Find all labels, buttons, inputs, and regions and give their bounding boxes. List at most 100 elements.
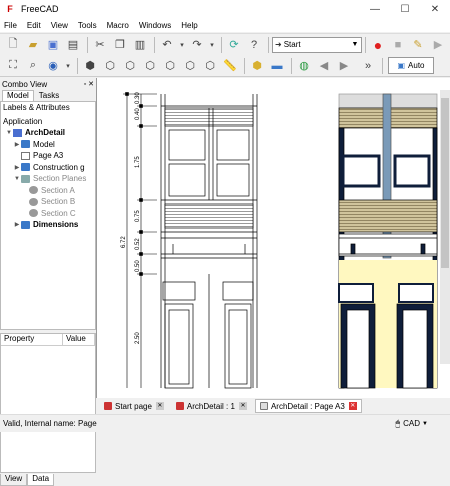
value-column-header[interactable]: Value — [63, 334, 95, 345]
tab-data[interactable]: Data — [27, 474, 55, 486]
save-icon[interactable]: ▣ — [44, 36, 62, 54]
menu-help[interactable]: Help — [181, 21, 197, 30]
cut-icon[interactable]: ✂ — [91, 36, 109, 54]
redo-dropdown-icon[interactable]: ▾ — [208, 36, 216, 54]
forward-arrow-icon[interactable]: ▶ — [335, 57, 353, 75]
tab-archdetail-3d[interactable]: ArchDetail : 1 ✕ — [172, 399, 251, 413]
close-tab-icon[interactable]: ✕ — [348, 402, 357, 410]
view-toolbar: ⛶ ⌕ ◉ ▾ ⬢ ⬡ ⬡ ⬡ ⬡ ⬡ ⬡ 📏 ⬢ ▬ ◍ ◀ ▶ » ▣ Au… — [0, 55, 450, 77]
tree-item-section-b[interactable]: Section B — [1, 196, 95, 208]
mouse-icon: 🖱 — [395, 418, 401, 428]
maximize-button[interactable]: ☐ — [390, 4, 420, 15]
right-view-icon[interactable]: ⬡ — [141, 57, 159, 75]
tree-item-construction[interactable]: ▶ Construction g — [1, 162, 95, 174]
freecad-logo-icon: F — [7, 4, 13, 14]
whats-this-icon[interactable]: ? — [245, 36, 263, 54]
tree-item-page-a3[interactable]: Page A3 — [1, 150, 95, 162]
tree-item-archdetail[interactable]: ▼ ArchDetail — [1, 127, 95, 139]
document-icon — [13, 128, 22, 137]
record-macro-icon[interactable]: ● — [369, 36, 387, 54]
chevron-down-icon[interactable]: ▼ — [5, 130, 13, 136]
folder-icon — [21, 163, 30, 172]
chevron-right-icon[interactable]: ▶ — [13, 221, 21, 228]
menu-view[interactable]: View — [51, 21, 68, 30]
dim-0-40-label: 0.40 — [135, 108, 141, 120]
rear-view-icon[interactable]: ⬡ — [161, 57, 179, 75]
dim-total-label: 6.72 — [121, 236, 127, 248]
workbench-selector[interactable]: ➜ Start ▼ — [272, 36, 362, 53]
chevron-right-icon[interactable]: ▶ — [13, 164, 21, 171]
tab-view[interactable]: View — [0, 474, 28, 486]
redo-icon[interactable]: ↷ — [188, 36, 206, 54]
stop-macro-icon[interactable]: ■ — [389, 36, 407, 54]
chevron-down-icon[interactable]: ▼ — [13, 176, 21, 182]
chevron-right-icon[interactable]: ▶ — [13, 141, 21, 148]
tab-tasks[interactable]: Tasks — [34, 90, 64, 101]
menu-edit[interactable]: Edit — [27, 21, 41, 30]
undo-icon[interactable]: ↶ — [158, 36, 176, 54]
toolbar-overflow-icon[interactable]: » — [359, 57, 377, 75]
bottom-view-icon[interactable]: ⬡ — [181, 57, 199, 75]
view-mode-button[interactable]: ▣ Auto — [388, 57, 434, 74]
tab-start-page[interactable]: Start page ✕ — [100, 399, 168, 413]
freecad-icon — [104, 402, 112, 410]
undo-dropdown-icon[interactable]: ▾ — [178, 36, 186, 54]
new-document-icon[interactable]: 🗋 — [4, 36, 22, 54]
tab-archdetail-page[interactable]: ArchDetail : Page A3 ✕ — [254, 399, 362, 413]
part-icon[interactable]: ⬢ — [248, 57, 266, 75]
close-tab-icon[interactable]: ✕ — [238, 402, 247, 410]
dim-2-50-label: 2.50 — [135, 332, 141, 344]
edit-macro-icon[interactable]: ✎ — [409, 36, 427, 54]
navigation-style-selector[interactable]: 🖱 CAD ▼ — [395, 419, 428, 429]
isometric-view-icon[interactable]: ⬢ — [81, 57, 99, 75]
front-view-icon[interactable]: ⬡ — [101, 57, 119, 75]
fit-all-icon[interactable]: ⛶ — [4, 57, 22, 75]
menu-windows[interactable]: Windows — [139, 21, 171, 30]
window-title: FreeCAD — [21, 4, 59, 14]
tree-item-section-a[interactable]: Section A — [1, 185, 95, 197]
section-plane-icon — [29, 186, 38, 195]
status-bar: Valid, Internal name: Page 🖱 CAD ▼ — [0, 414, 450, 432]
open-folder-icon[interactable]: ▰ — [24, 36, 42, 54]
menu-file[interactable]: File — [4, 21, 17, 30]
save-as-icon[interactable]: ▤ — [64, 36, 82, 54]
menu-tools[interactable]: Tools — [78, 21, 97, 30]
menu-macro[interactable]: Macro — [107, 21, 129, 30]
elevation-drawing — [160, 94, 258, 389]
section-drawing — [338, 93, 438, 389]
title-bar: F FreeCAD — ☐ ✕ — [0, 0, 450, 18]
dim-0-30-label: 0.30 — [135, 92, 141, 104]
close-tab-icon[interactable]: ✕ — [155, 402, 164, 410]
scrollbar-thumb[interactable] — [441, 98, 449, 268]
float-close-icon[interactable]: ▫ ✕ — [84, 80, 94, 88]
tree-item-section-c[interactable]: Section C — [1, 208, 95, 220]
close-button[interactable]: ✕ — [420, 4, 450, 15]
back-arrow-icon[interactable]: ◀ — [315, 57, 333, 75]
tree-item-section-planes[interactable]: ▼ Section Planes — [1, 173, 95, 185]
top-view-icon[interactable]: ⬡ — [121, 57, 139, 75]
dim-0-50-label: 0.50 — [135, 260, 141, 272]
property-column-header[interactable]: Property — [1, 334, 63, 345]
drawing-page-view[interactable]: 6.72 0.40 0.30 1.75 0.75 0.52 0.50 2.50 — [96, 78, 450, 398]
vertical-scrollbar[interactable] — [440, 90, 450, 364]
refresh-icon[interactable]: ⟳ — [225, 36, 243, 54]
draw-style-dropdown-icon[interactable]: ▾ — [64, 57, 72, 75]
chevron-down-icon: ▼ — [351, 41, 359, 48]
group-folder-icon[interactable]: ▬ — [268, 57, 286, 75]
architectural-drawing: 6.72 0.40 0.30 1.75 0.75 0.52 0.50 2.50 — [121, 92, 438, 389]
tree-item-model[interactable]: ▶ Model — [1, 139, 95, 151]
run-macro-icon[interactable]: ▶ — [429, 36, 447, 54]
minimize-button[interactable]: — — [360, 4, 390, 15]
copy-icon[interactable]: ❐ — [111, 36, 129, 54]
measure-icon[interactable]: 📏 — [221, 57, 239, 75]
tree-item-dimensions[interactable]: ▶ Dimensions — [1, 219, 95, 231]
draw-style-icon[interactable]: ◉ — [44, 57, 62, 75]
fit-selection-icon[interactable]: ⌕ — [24, 57, 42, 75]
navigation-style-label: CAD — [403, 419, 421, 428]
combo-tabs: Model Tasks — [0, 90, 96, 102]
view-mode-icon: ▣ — [397, 61, 406, 70]
paste-icon[interactable]: ▥ — [131, 36, 149, 54]
tab-model[interactable]: Model — [2, 90, 34, 101]
left-view-icon[interactable]: ⬡ — [201, 57, 219, 75]
web-globe-icon[interactable]: ◍ — [295, 57, 313, 75]
